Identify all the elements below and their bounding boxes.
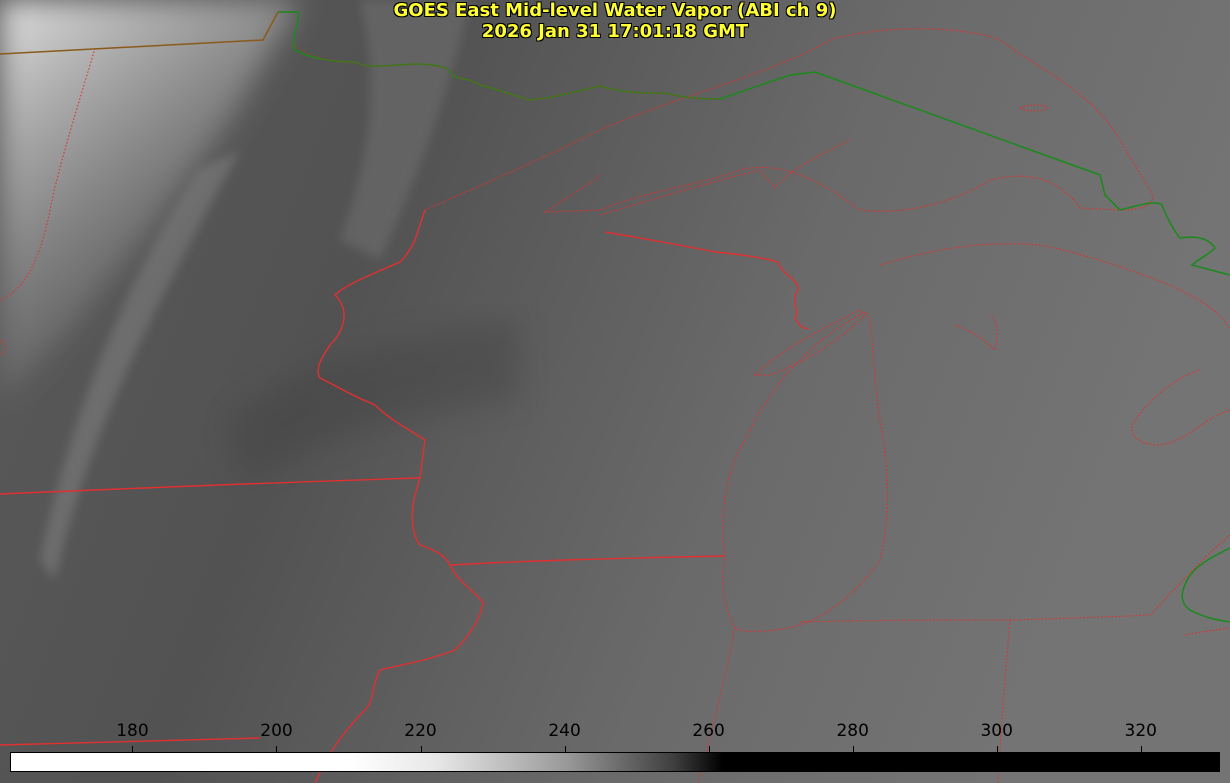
colorbar [10,752,1220,772]
colorbar-tick-mark [132,746,134,752]
colorbar-tick-label: 320 [1124,721,1157,741]
satellite-map-view: GOES East Mid-level Water Vapor (ABI ch … [0,0,1230,783]
colorbar-tick-label: 300 [980,721,1013,741]
colorbar-tick-label: 220 [404,721,437,741]
colorbar-tick-mark [1140,746,1142,752]
colorbar-tick-mark [708,746,710,752]
colorbar-tick-mark [996,746,998,752]
map-title: GOES East Mid-level Water Vapor (ABI ch … [393,0,837,21]
colorbar-tick-mark [420,746,422,752]
colorbar-tick-label: 280 [836,721,869,741]
water-vapor-map [0,0,1230,783]
colorbar-tick-mark [276,746,278,752]
map-timestamp: 2026 Jan 31 17:01:18 GMT [481,21,749,42]
colorbar-tick-label: 240 [548,721,581,741]
colorbar-tick-label: 200 [260,721,293,741]
colorbar-tick-label: 260 [692,721,725,741]
colorbar-tick-label: 180 [116,721,149,741]
colorbar-tick-mark [564,746,566,752]
colorbar-tick-mark [852,746,854,752]
